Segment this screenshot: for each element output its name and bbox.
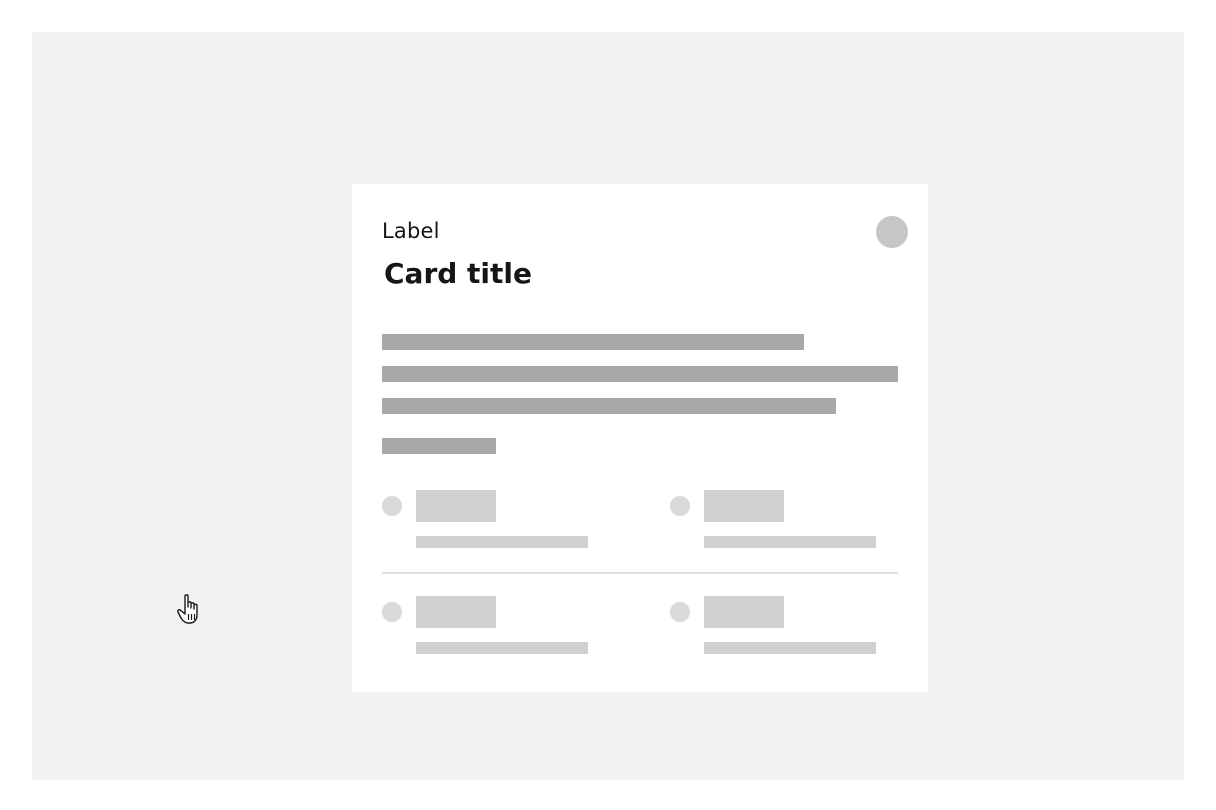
skeleton-list-item xyxy=(382,490,602,554)
skeleton-text-line-short xyxy=(382,438,496,454)
skeleton-list-item xyxy=(670,596,890,660)
skeleton-block xyxy=(704,490,784,522)
avatar xyxy=(876,216,908,248)
divider xyxy=(382,572,898,574)
skeleton-dot-icon xyxy=(382,602,402,622)
skeleton-dot-icon xyxy=(670,602,690,622)
skeleton-block xyxy=(416,596,496,628)
card-title: Card title xyxy=(384,257,532,290)
card-label: Label xyxy=(382,219,440,243)
skeleton-text-line xyxy=(382,366,898,382)
skeleton-bar xyxy=(704,642,876,654)
skeleton-bar xyxy=(416,642,588,654)
skeleton-dot-icon xyxy=(670,496,690,516)
hand-pointer-icon xyxy=(176,592,212,628)
canvas-background: Label Card title xyxy=(32,32,1184,780)
skeleton-dot-icon xyxy=(382,496,402,516)
skeleton-block xyxy=(416,490,496,522)
skeleton-list-item xyxy=(670,490,890,554)
skeleton-block xyxy=(704,596,784,628)
skeleton-text-line xyxy=(382,334,804,350)
skeleton-list-item xyxy=(382,596,602,660)
skeleton-bar xyxy=(416,536,588,548)
card[interactable]: Label Card title xyxy=(352,184,928,692)
skeleton-text-line xyxy=(382,398,836,414)
skeleton-bar xyxy=(704,536,876,548)
